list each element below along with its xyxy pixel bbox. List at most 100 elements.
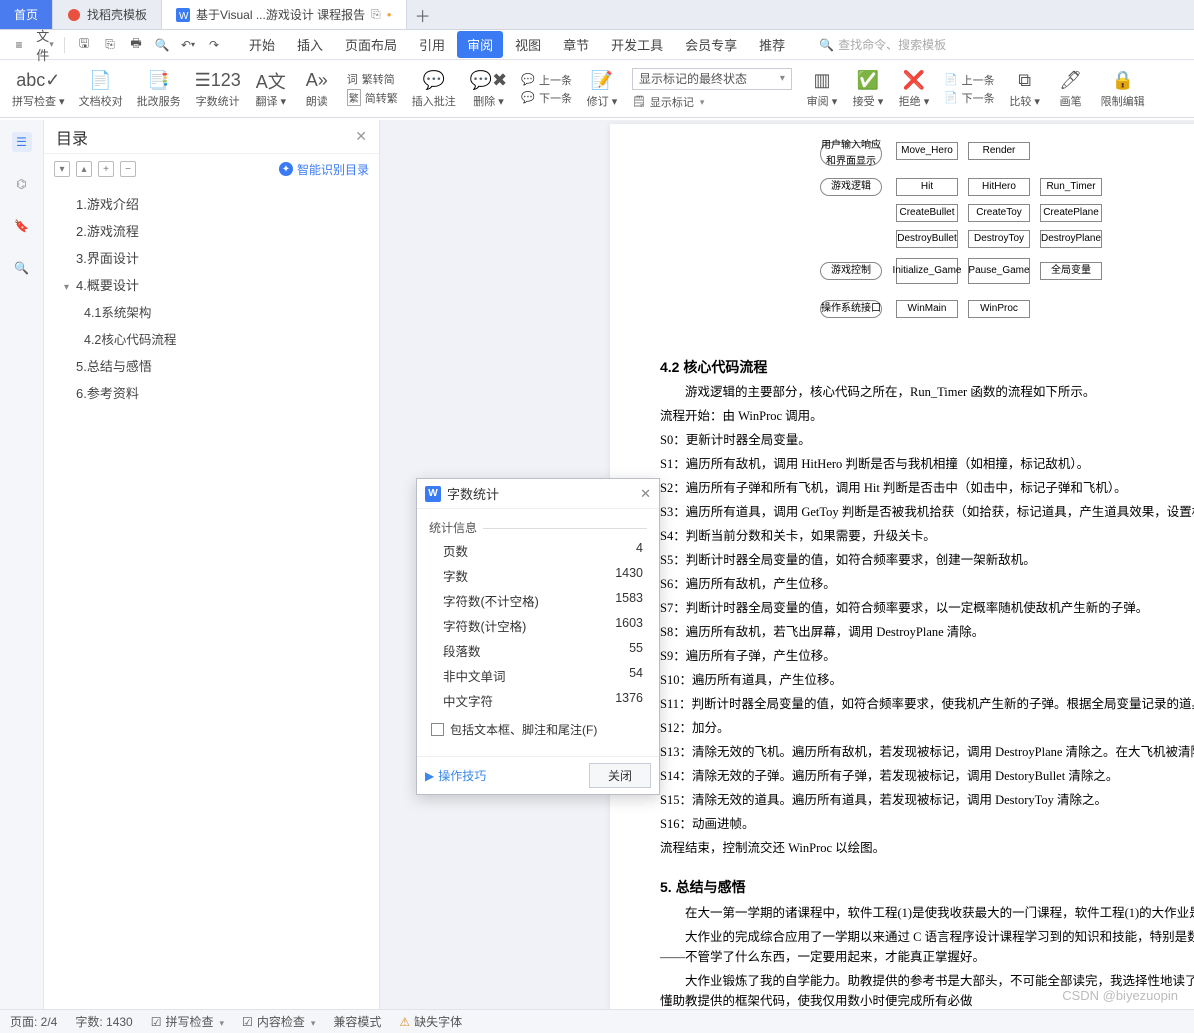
proofread-button[interactable]: 📄文档校对 (73, 69, 129, 109)
bookmark-icon[interactable]: 🔖 (12, 216, 32, 236)
close-button[interactable]: 关闭 (589, 763, 651, 788)
include-textbox-checkbox[interactable]: 包括文本框、脚注和尾注(F) (429, 713, 647, 746)
diagram-box: DestroyPlane (1040, 230, 1102, 248)
dialog-close-button[interactable]: ✕ (640, 486, 651, 502)
paragraph: S7：判断计时器全局变量的值，如符合频率要求，以一定概率随机使敌机产生新的子弹。 (660, 598, 1194, 618)
prev-change-button[interactable]: 📄 上一条 (944, 72, 995, 88)
compare-button[interactable]: ⧉比较 ▾ (1003, 69, 1047, 109)
comment-nav: 💬 上一条 💬 下一条 (515, 72, 578, 106)
tab-insert[interactable]: 插入 (287, 31, 333, 58)
tab-view[interactable]: 视图 (505, 31, 551, 58)
trad-to-simp-button[interactable]: 词 繁转简 (347, 71, 398, 87)
status-compat[interactable]: 兼容模式 (333, 1013, 381, 1030)
heading-4-2: 4.2 核心代码流程 (660, 356, 1194, 378)
expand-all-button[interactable]: ▴ (76, 161, 92, 177)
search-placeholder: 查找命令、搜索模板 (838, 36, 946, 53)
ai-toc-button[interactable]: ✦智能识别目录 (279, 161, 369, 178)
reject-icon: ❌ (903, 69, 925, 93)
paragraph: S0：更新计时器全局变量。 (660, 430, 1194, 450)
spell-check-button[interactable]: abc✓拼写检查 ▾ (6, 69, 71, 109)
command-search[interactable]: 🔍 查找命令、搜索模板 (819, 36, 946, 53)
search-icon: 🔍 (819, 38, 834, 52)
reject-button[interactable]: ❌拒绝 ▾ (892, 69, 936, 109)
ink-button[interactable]: 🖊画笔 (1049, 69, 1093, 109)
undo-icon[interactable]: ↶▾ (177, 34, 199, 56)
readaloud-button[interactable]: A»朗读 (295, 69, 339, 109)
watermark: CSDN @biyezuopin (1062, 988, 1178, 1003)
find-icon[interactable]: 🔍 (12, 258, 32, 278)
toc-icon[interactable]: ☰ (12, 132, 32, 152)
paragraph: S12：加分。 (660, 718, 1194, 738)
tab-start[interactable]: 开始 (239, 31, 285, 58)
status-content-check[interactable]: ☑内容检查 (242, 1013, 315, 1030)
correction-button[interactable]: 📑批改服务 (131, 69, 187, 109)
dialog-titlebar[interactable]: W 字数统计 ✕ (417, 479, 659, 509)
prev-comment-button[interactable]: 💬 上一条 (521, 72, 572, 88)
toc-item[interactable]: 4.1系统架构 (64, 298, 359, 325)
export-icon[interactable]: ⎘ (99, 34, 121, 56)
dialog-section-label: 统计信息 (429, 519, 647, 536)
tab-layout[interactable]: 页面布局 (335, 31, 407, 58)
print-icon[interactable]: 🖶 (125, 34, 147, 56)
toc-item[interactable]: ▾4.概要设计 (64, 271, 359, 298)
toc-close-button[interactable]: ✕ (355, 128, 367, 145)
delete-comment-button[interactable]: 💬✖删除 ▾ (464, 69, 514, 109)
diagram-box: Hit (896, 178, 958, 196)
diagram-box: Render (968, 142, 1030, 160)
tips-link[interactable]: ▶操作技巧 (425, 767, 486, 784)
show-markup-button[interactable]: 🗒 显示标记 (632, 94, 792, 110)
save-icon[interactable]: 🖫 (73, 34, 95, 56)
track-display-select[interactable]: 显示标记的最终状态 (632, 68, 792, 90)
tab-recom[interactable]: 推荐 (749, 31, 795, 58)
status-words[interactable]: 字数: 1430 (75, 1013, 132, 1030)
track-changes-button[interactable]: 📝修订 ▾ (580, 69, 624, 109)
simp-to-trad-button[interactable]: 繁 简转繁 (347, 89, 398, 106)
architecture-diagram: 用户输入响应和界面显示 Move_Hero Render 游戏逻辑 Hit Hi… (820, 142, 1194, 342)
tab-label: 找稻壳模板 (87, 6, 147, 23)
toc-item[interactable]: 1.游戏介绍 (64, 190, 359, 217)
tab-ref[interactable]: 引用 (409, 31, 455, 58)
delete-comment-icon: 💬✖ (470, 69, 508, 93)
add-toc-button[interactable]: + (98, 161, 114, 177)
tab-dev[interactable]: 开发工具 (601, 31, 673, 58)
svg-text:W: W (179, 11, 189, 22)
tab-document[interactable]: W 基于Visual ...游戏设计 课程报告 ⎘ ● (162, 0, 407, 29)
status-spell[interactable]: ☑拼写检查 (151, 1013, 224, 1030)
tab-review[interactable]: 审阅 (457, 31, 503, 58)
tab-vip[interactable]: 会员专享 (675, 31, 747, 58)
restrict-edit-button[interactable]: 🔒限制编辑 (1095, 69, 1151, 109)
toc-item[interactable]: 2.游戏流程 (64, 217, 359, 244)
outline-icon[interactable]: ⌬ (12, 174, 32, 194)
stat-row: 非中文单词54 (429, 663, 647, 688)
tab-label: 基于Visual ...游戏设计 课程报告 (196, 6, 365, 23)
change-nav: 📄 上一条 📄 下一条 (938, 72, 1001, 106)
lock-icon: 🔒 (1111, 69, 1133, 93)
status-missing-font[interactable]: ⚠缺失字体 (399, 1013, 462, 1030)
accept-button[interactable]: ✅接受 ▾ (846, 69, 890, 109)
redo-icon[interactable]: ↷ (203, 34, 225, 56)
paragraph: S14：清除无效的子弹。遍历所有子弹，若发现被标记，调用 DestoryBull… (660, 766, 1194, 786)
wordcount-button[interactable]: ☰123字数统计 (189, 69, 247, 109)
status-page[interactable]: 页面: 2/4 (10, 1013, 57, 1030)
hamburger-icon[interactable]: ≡ (8, 34, 30, 56)
toc-item[interactable]: 3.界面设计 (64, 244, 359, 271)
tab-template-store[interactable]: 找稻壳模板 (53, 0, 162, 29)
file-menu[interactable]: 文件 ▾ (34, 34, 56, 56)
wordcount-icon: ☰123 (195, 69, 241, 93)
stat-row: 页数4 (429, 538, 647, 563)
preview-icon[interactable]: 🔍 (151, 34, 173, 56)
toc-item[interactable]: 6.参考资料 (64, 379, 359, 406)
insert-comment-button[interactable]: 💬插入批注 (406, 69, 462, 109)
tab-chapter[interactable]: 章节 (553, 31, 599, 58)
tab-add-button[interactable]: ＋ (407, 0, 439, 29)
collapse-all-button[interactable]: ▾ (54, 161, 70, 177)
stat-row: 字数1430 (429, 563, 647, 588)
next-change-button[interactable]: 📄 下一条 (944, 90, 995, 106)
next-comment-button[interactable]: 💬 下一条 (521, 90, 572, 106)
translate-button[interactable]: A文翻译 ▾ (249, 69, 293, 109)
remove-toc-button[interactable]: − (120, 161, 136, 177)
review-pane-button[interactable]: ▥审阅 ▾ (800, 69, 844, 109)
toc-item[interactable]: 5.总结与感悟 (64, 352, 359, 379)
toc-item[interactable]: 4.2核心代码流程 (64, 325, 359, 352)
paragraph: 流程结束，控制流交还 WinProc 以绘图。 (660, 838, 1194, 858)
